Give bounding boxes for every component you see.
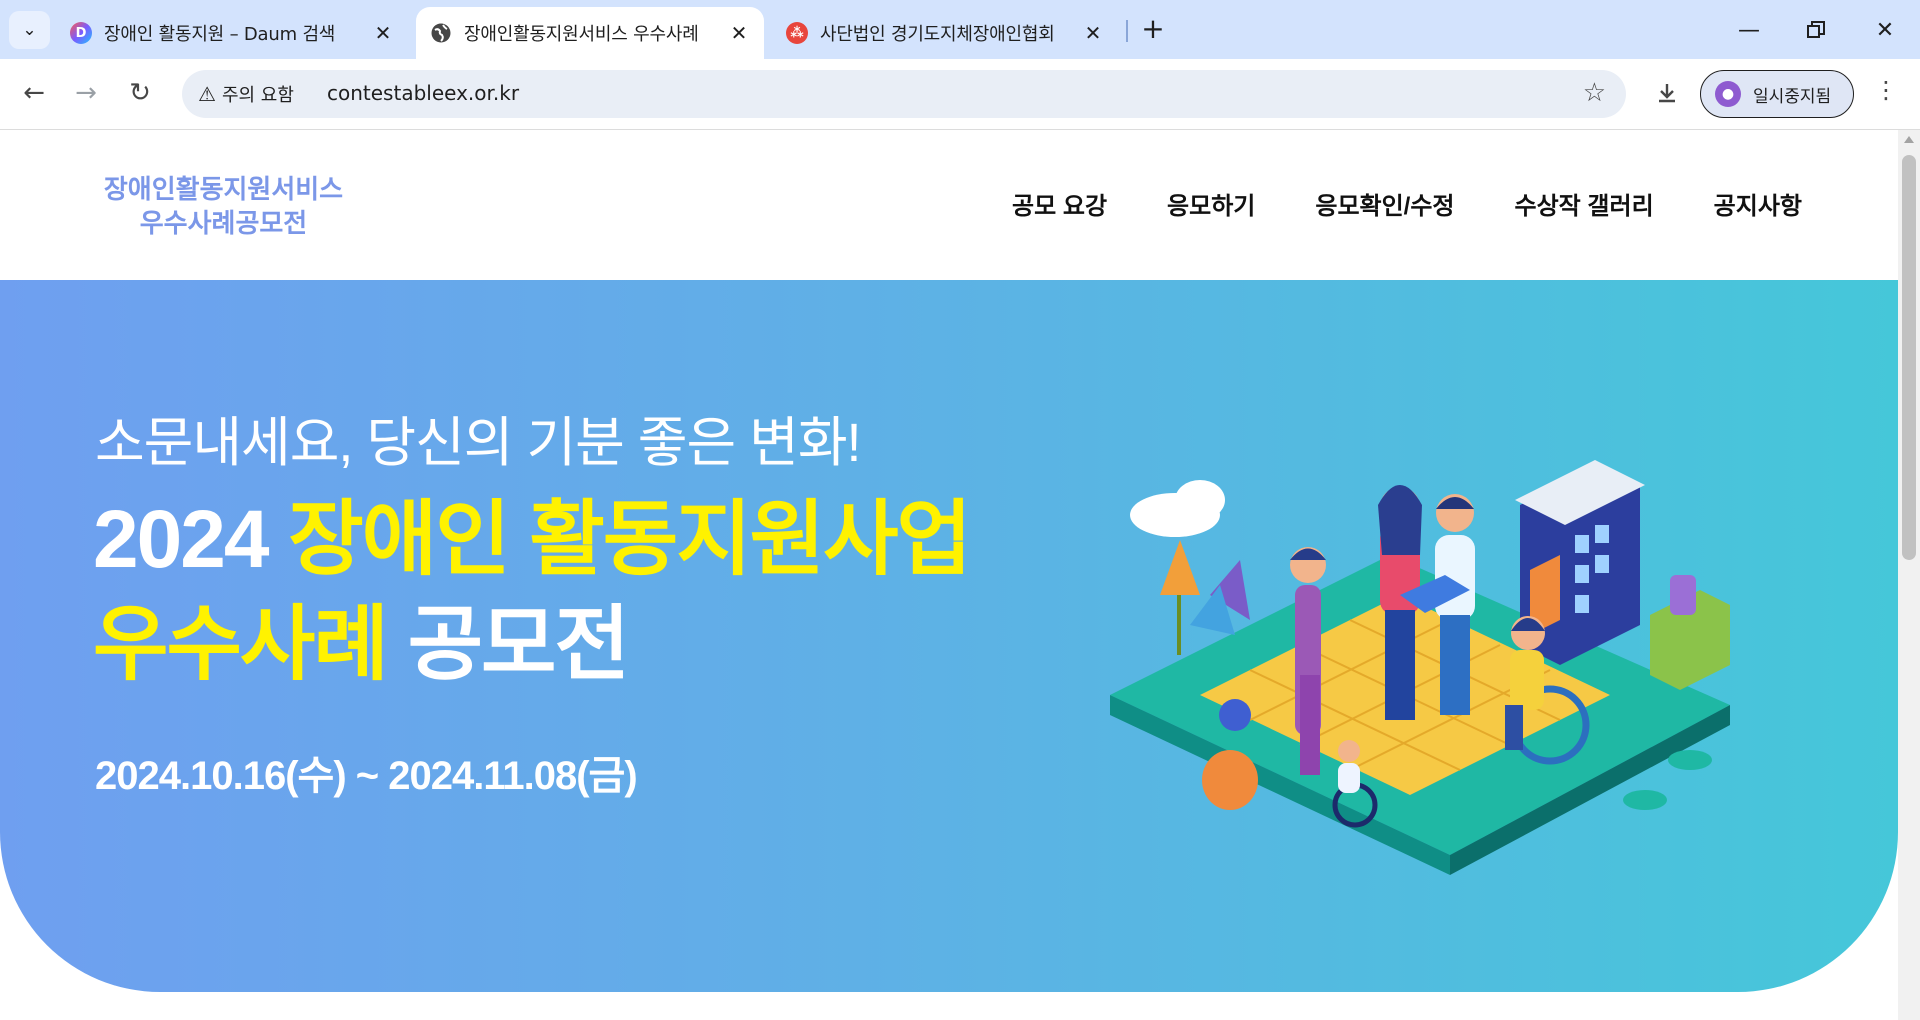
profile-label: 일시중지됨	[1753, 86, 1832, 107]
reload-button[interactable]: ↻	[120, 73, 160, 113]
tab-daum-search[interactable]: D 장애인 활동지원 – Daum 검색 ✕	[56, 7, 408, 59]
new-tab-button[interactable]: +	[1136, 12, 1170, 46]
headline-highlight-2: 우수사례	[93, 599, 389, 690]
headline-year: 2024	[93, 494, 269, 585]
url-text[interactable]: contestableex.or.kr	[327, 81, 519, 105]
plus-icon: +	[1141, 12, 1165, 45]
download-button[interactable]	[1647, 73, 1687, 113]
logo-line-1: 장애인활동지원서비스	[103, 174, 344, 204]
tab-strip: ⌄ D 장애인 활동지원 – Daum 검색 ✕ 장애인활동지원서비스 우수사례…	[0, 0, 1920, 59]
association-icon: ⁂	[786, 22, 808, 44]
hero-tagline: 소문내세요, 당신의 기분 좋은 변화!	[95, 413, 862, 473]
hero-banner: 소문내세요, 당신의 기분 좋은 변화! 2024 장애인 활동지원사업 우수사…	[0, 280, 1898, 992]
profile-button[interactable]: ● 일시중지됨	[1700, 70, 1854, 118]
restore-button[interactable]	[1791, 10, 1841, 50]
security-chip[interactable]: ⚠ 주의 요함	[192, 76, 300, 112]
scrollbar-thumb[interactable]	[1902, 155, 1916, 560]
headline-tail: 공모전	[407, 599, 630, 690]
nav-winners-gallery[interactable]: 수상작 갤러리	[1515, 186, 1654, 221]
bookmark-star-icon[interactable]: ☆	[1583, 78, 1606, 108]
isometric-community-illustration	[1110, 460, 1730, 875]
daum-icon: D	[70, 22, 92, 44]
hero-headline-line-1: 2024 장애인 활동지원사업	[93, 490, 972, 590]
contest-period: 2024.10.16(수) ~ 2024.11.08(금)	[95, 754, 638, 798]
restore-icon	[1807, 21, 1825, 38]
avatar-icon: ●	[1715, 81, 1741, 107]
address-bar[interactable]: ⚠ 주의 요함 contestableex.or.kr ☆	[182, 70, 1626, 118]
globe-icon	[430, 22, 452, 44]
tab-title: 장애인활동지원서비스 우수사례	[464, 24, 699, 45]
tab-title: 장애인 활동지원 – Daum 검색	[104, 24, 336, 45]
tab-search-button[interactable]: ⌄	[9, 11, 50, 49]
close-icon[interactable]: ✕	[728, 21, 750, 45]
close-window-button[interactable]: ✕	[1860, 10, 1910, 50]
browser-toolbar: ← → ↻ ⚠ 주의 요함 contestableex.or.kr ☆ ● 일시…	[0, 59, 1920, 130]
site-logo[interactable]: 장애인활동지원서비스 우수사례공모전	[86, 172, 361, 240]
tab-association[interactable]: ⁂ 사단법인 경기도지체장애인협회 ✕	[772, 7, 1118, 59]
chevron-down-icon: ⌄	[22, 20, 37, 40]
close-icon: ✕	[1875, 17, 1895, 43]
headline-highlight-1: 장애인 활동지원사업	[288, 494, 972, 585]
page-viewport: 장애인활동지원서비스 우수사례공모전 공모 요강 응모하기 응모확인/수정 수상…	[0, 130, 1898, 1020]
forward-button[interactable]: →	[66, 73, 106, 113]
hero-headline-line-2: 우수사례 공모전	[93, 595, 630, 695]
arrow-left-icon: ←	[23, 78, 45, 108]
nav-check-edit[interactable]: 응모확인/수정	[1315, 186, 1454, 221]
site-nav: 공모 요강 응모하기 응모확인/수정 수상작 갤러리 공지사항	[952, 186, 1802, 221]
scroll-up-arrow-icon[interactable]	[1904, 136, 1914, 143]
close-icon[interactable]: ✕	[372, 21, 394, 45]
reload-icon: ↻	[129, 78, 151, 108]
page-scrollbar[interactable]	[1898, 130, 1920, 1020]
back-button[interactable]: ←	[14, 73, 54, 113]
close-icon[interactable]: ✕	[1082, 21, 1104, 45]
minimize-button[interactable]: —	[1724, 10, 1774, 50]
minimize-icon: —	[1738, 17, 1760, 43]
arrow-right-icon: →	[75, 78, 97, 108]
warning-icon: ⚠	[198, 82, 216, 106]
logo-line-2: 우수사례공모전	[139, 208, 308, 238]
tab-title: 사단법인 경기도지체장애인협회	[820, 24, 1055, 45]
security-label: 주의 요함	[221, 85, 294, 106]
nav-contest-guidelines[interactable]: 공모 요강	[1012, 186, 1107, 221]
tab-contest-site[interactable]: 장애인활동지원서비스 우수사례 ✕	[416, 7, 764, 59]
nav-notices[interactable]: 공지사항	[1714, 186, 1802, 221]
more-menu-icon[interactable]: ⋮	[1871, 76, 1901, 112]
nav-apply[interactable]: 응모하기	[1167, 186, 1255, 221]
download-icon	[1659, 84, 1675, 103]
tab-separator	[1126, 20, 1128, 42]
